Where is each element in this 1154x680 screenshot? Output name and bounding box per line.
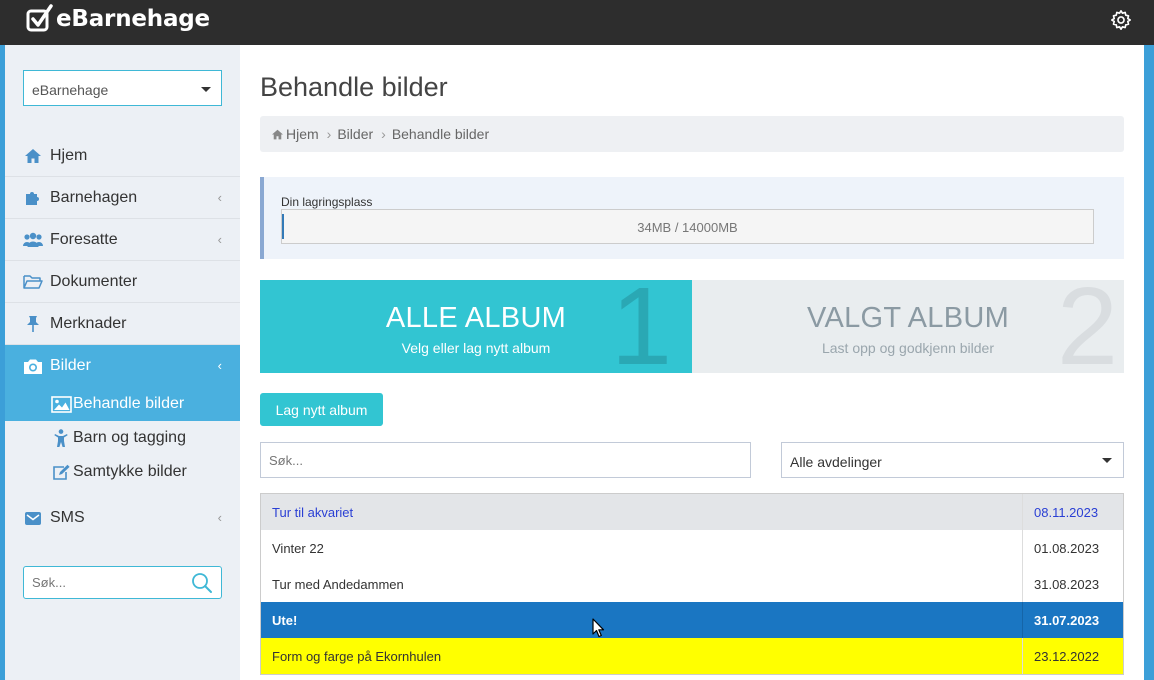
- sidebar-item-hjem[interactable]: Hjem: [5, 135, 240, 177]
- album-date: 23.12.2022: [1034, 648, 1100, 664]
- site-select-value: eBarnehage: [32, 82, 109, 98]
- sidebar-item-label: Foresatte: [50, 230, 118, 248]
- album-name: Form og farge på Ekornhulen: [261, 638, 1023, 674]
- pin-icon: [22, 314, 44, 334]
- folder-icon: [22, 272, 44, 292]
- breadcrumb: Hjem › Bilder › Behandle bilder: [260, 116, 1124, 152]
- image-icon: [50, 394, 72, 414]
- home-icon: [22, 146, 44, 166]
- sidebar-subitem-samtykke-bilder[interactable]: Samtykke bilder: [5, 455, 240, 489]
- step-all-albums[interactable]: 1 ALLE ALBUM Velg eller lag nytt album: [260, 280, 692, 373]
- sidebar-item-label: Dokumenter: [50, 272, 138, 290]
- album-name: Tur til akvariet: [261, 494, 1023, 530]
- bilder-submenu: Behandle bilder Barn og tagging Samtykke…: [5, 387, 240, 489]
- sidebar-item-bilder[interactable]: Bilder ‹: [5, 345, 240, 387]
- table-row[interactable]: Tur til akvariet 08.11.2023: [261, 494, 1123, 530]
- sidebar-subitem-label: Barn og tagging: [73, 429, 186, 446]
- app-name: eBarnehage: [56, 6, 210, 32]
- sidebar-item-label: Hjem: [50, 146, 88, 164]
- sidebar-item-dokumenter[interactable]: Dokumenter: [5, 261, 240, 303]
- site-select[interactable]: eBarnehage: [23, 70, 222, 106]
- album-date: 01.08.2023: [1034, 540, 1100, 556]
- sidebar: eBarnehage Hjem Barnehagen ‹ Foresatte ‹: [5, 45, 240, 680]
- sidebar-subitem-barn-og-tagging[interactable]: Barn og tagging: [5, 421, 240, 455]
- step-selected-album[interactable]: 2 VALGT ALBUM Last opp og godkjenn bilde…: [692, 280, 1124, 373]
- envelope-icon: [22, 508, 44, 528]
- caret-down-icon: [201, 87, 211, 92]
- breadcrumb-current: Behandle bilder: [391, 126, 490, 142]
- caret-down-icon: [1102, 458, 1112, 463]
- search-icon[interactable]: [191, 572, 213, 599]
- chevron-right-icon: ›: [381, 126, 386, 142]
- home-icon: [272, 129, 283, 139]
- sidebar-subitem-label: Behandle bilder: [73, 395, 185, 412]
- step-title: VALGT ALBUM: [806, 302, 1010, 334]
- chevron-left-icon: ‹: [217, 232, 222, 247]
- storage-progress-bar: 34MB / 14000MB: [281, 209, 1094, 244]
- sidebar-item-label: SMS: [50, 509, 85, 526]
- users-icon: [22, 230, 44, 250]
- table-row[interactable]: Tur med Andedammen 31.08.2023: [261, 566, 1123, 602]
- album-name: Tur med Andedammen: [261, 566, 1023, 602]
- storage-usage-text: 34MB / 14000MB: [637, 220, 738, 235]
- table-row[interactable]: Form og farge på Ekornhulen 23.12.2022: [261, 638, 1123, 674]
- step-title: ALLE ALBUM: [385, 302, 567, 334]
- chevron-down-icon: ‹: [217, 358, 222, 373]
- chevron-right-icon: ›: [326, 126, 332, 142]
- sidebar-subitem-label: Samtykke bilder: [73, 463, 187, 480]
- department-select-value: Alle avdelinger: [790, 454, 882, 470]
- sidebar-item-foresatte[interactable]: Foresatte ‹: [5, 219, 240, 261]
- child-icon: [50, 428, 72, 448]
- department-select[interactable]: Alle avdelinger: [781, 442, 1124, 478]
- app-logo[interactable]: eBarnehage: [26, 3, 210, 35]
- camera-icon: [22, 356, 44, 376]
- scrollbar-accent[interactable]: [1144, 45, 1154, 680]
- sidebar-item-label: Bilder: [50, 357, 91, 374]
- chevron-left-icon: ‹: [217, 190, 222, 205]
- sidebar-item-merknader[interactable]: Merknader: [5, 303, 240, 345]
- sidebar-item-sms[interactable]: SMS ‹: [5, 497, 240, 539]
- top-bar: eBarnehage: [0, 0, 1154, 45]
- album-search: [260, 442, 751, 478]
- puzzle-icon: [22, 188, 44, 208]
- sidebar-item-label: Barnehagen: [50, 188, 138, 206]
- sidebar-item-label: Merknader: [50, 314, 127, 332]
- page-title: Behandle bilder: [260, 72, 448, 102]
- album-table: Tur til akvariet 08.11.2023 Vinter 22 01…: [260, 493, 1124, 675]
- album-date: 08.11.2023: [1034, 504, 1099, 520]
- edit-icon: [50, 462, 72, 482]
- album-search-input[interactable]: [261, 443, 750, 477]
- sidebar-item-barnehagen[interactable]: Barnehagen ‹: [5, 177, 240, 219]
- breadcrumb-home[interactable]: Hjem: [286, 126, 319, 142]
- sidebar-subitem-behandle-bilder[interactable]: Behandle bilder: [5, 387, 240, 421]
- step-description: Last opp og godkjenn bilder: [821, 340, 995, 356]
- album-name: Ute!: [261, 602, 1023, 638]
- step-description: Velg eller lag nytt album: [401, 340, 551, 356]
- new-album-button[interactable]: Lag nytt album: [260, 393, 383, 426]
- album-date: 31.07.2023: [1034, 612, 1100, 628]
- table-row[interactable]: Vinter 22 01.08.2023: [261, 530, 1123, 566]
- sidebar-nav: Hjem Barnehagen ‹ Foresatte ‹ Dokumenter: [5, 135, 240, 539]
- album-name: Vinter 22: [261, 530, 1023, 566]
- main-content: Behandle bilder Hjem › Bilder › Behandle…: [240, 45, 1144, 680]
- sidebar-search: [23, 566, 222, 599]
- album-date: 31.08.2023: [1034, 576, 1100, 592]
- storage-panel: Din lagringsplass 34MB / 14000MB: [260, 177, 1124, 259]
- table-row-selected[interactable]: Ute! 31.07.2023: [261, 602, 1123, 638]
- sidebar-search-input[interactable]: [24, 567, 174, 598]
- checkbox-logo-icon: [26, 4, 53, 32]
- chevron-left-icon: ‹: [217, 510, 222, 525]
- gear-icon[interactable]: [1110, 9, 1132, 31]
- storage-label: Din lagringsplass: [281, 195, 373, 209]
- breadcrumb-bilder[interactable]: Bilder: [337, 126, 373, 142]
